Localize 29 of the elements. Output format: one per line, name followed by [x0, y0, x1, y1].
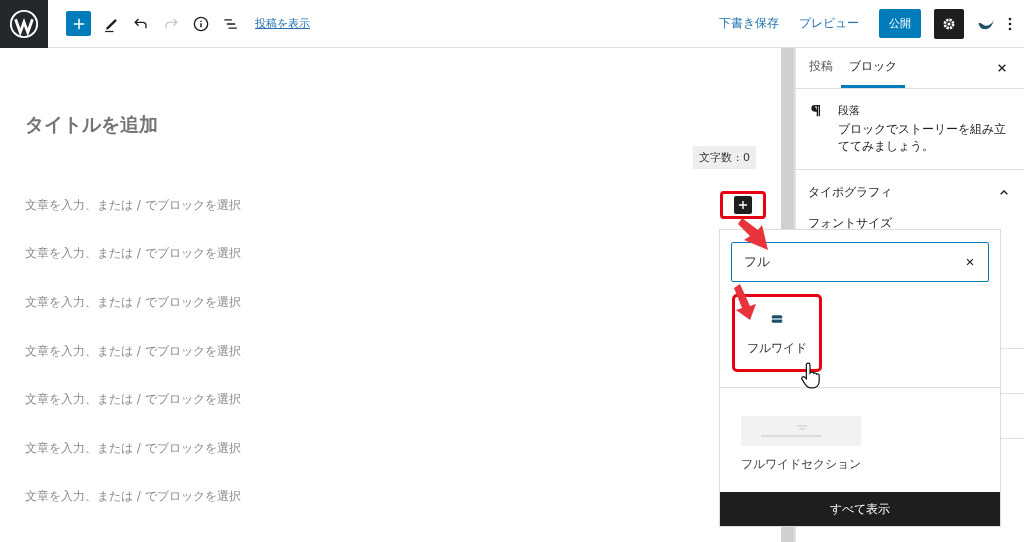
search-field[interactable]: フル [731, 242, 989, 282]
sidebar-tab[interactable]: ブロック [841, 48, 905, 88]
paragraph-placeholder[interactable]: 文章を入力、または / でブロックを選択 [25, 488, 241, 506]
preview-button[interactable]: プレビュー [799, 15, 859, 32]
show-all-button[interactable]: すべて表示 [720, 492, 1000, 526]
panel-title[interactable]: タイポグラフィ [808, 184, 892, 201]
wordpress-logo[interactable] [0, 0, 48, 48]
word-count: 文字数 : 0 [693, 146, 756, 169]
paragraph-placeholder[interactable]: 文章を入力、または / でブロックを選択 [25, 342, 241, 360]
annotation-arrow [734, 282, 756, 320]
publish-button[interactable]: 公開 [879, 9, 921, 38]
save-draft-button[interactable]: 下書き保存 [719, 15, 779, 32]
view-post-link[interactable]: 投稿を表示 [255, 16, 310, 31]
hand-cursor-icon [799, 362, 821, 390]
title-placeholder[interactable]: タイトルを追加 [25, 112, 781, 138]
wordpress-icon [9, 8, 39, 39]
paragraph-placeholder[interactable]: 文章を入力、または / でブロックを選択 [25, 439, 241, 457]
paragraph-placeholder[interactable]: 文章を入力、または / でブロックを選択 [25, 196, 241, 214]
sidebar-tab[interactable]: 投稿 [801, 48, 841, 88]
annotation-arrow [738, 216, 768, 250]
settings-button[interactable] [934, 8, 964, 39]
paragraph-placeholder[interactable]: 文章を入力、または / でブロックを選択 [25, 245, 241, 263]
block-name: 段落 [838, 103, 861, 118]
paragraph-placeholder[interactable]: 文章を入力、または / でブロックを選択 [25, 391, 241, 409]
add-block-button[interactable] [734, 196, 752, 215]
pattern-label[interactable]: フルワイドセクション [741, 456, 861, 473]
block-description: ブロックでストーリーを組み立ててみましょう。 [838, 121, 1007, 155]
panel-label: フォントサイズ [807, 215, 893, 232]
paragraph-placeholder[interactable]: 文章を入力、または / でブロックを選択 [25, 294, 241, 311]
